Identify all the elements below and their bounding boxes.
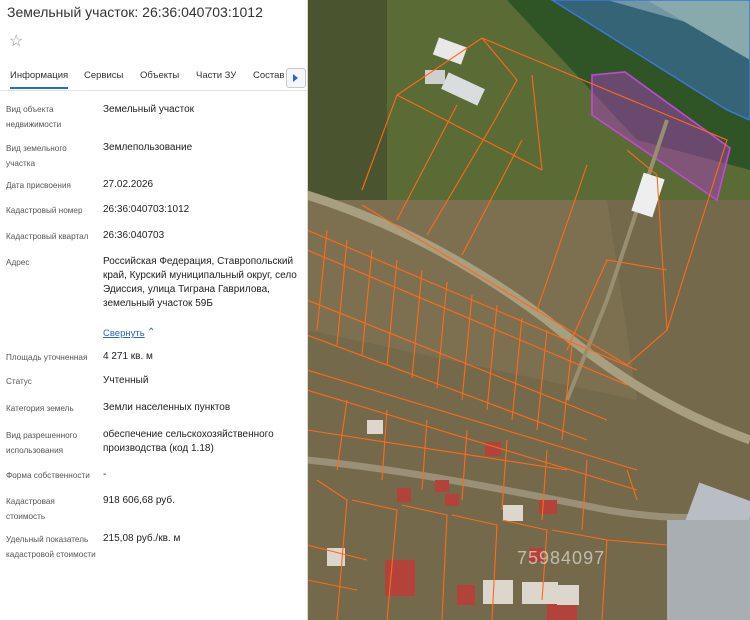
value-status: Учтенный [103, 375, 149, 386]
label-permitted-use: Вид разрешенного использования [6, 431, 78, 455]
chevron-right-icon [293, 74, 298, 82]
label-parcel-kind: Вид земельного участка [6, 144, 67, 168]
label-cadastral-value: Кадастровая стоимость [6, 497, 55, 521]
value-assign-date: 27.02.2026 [103, 179, 154, 190]
tab-composition[interactable]: Состав [253, 70, 284, 81]
value-object-type: Земельный участок [103, 104, 195, 115]
map-watermark: 75984097 [517, 548, 606, 568]
label-status: Статус [6, 377, 32, 386]
value-permitted-use: обеспечение сельскохозяйственного произв… [103, 429, 274, 454]
tab-parts[interactable]: Части ЗУ [196, 70, 236, 81]
cadastral-map[interactable]: 75984097 [307, 0, 750, 620]
tab-information[interactable]: Информация [10, 70, 69, 89]
value-unit-value: 215,08 руб./кв. м [103, 533, 181, 544]
label-land-category: Категория земель [6, 404, 74, 413]
tab-objects[interactable]: Объекты [140, 70, 179, 81]
label-address: Адрес [6, 258, 30, 267]
warehouse-building [667, 520, 750, 620]
tab-bar: Информация Сервисы Объекты Части ЗУ Сост… [0, 64, 307, 91]
satellite-map-canvas[interactable] [307, 0, 750, 620]
value-address: Российская Федерация, Ставропольский кра… [103, 256, 297, 309]
value-parcel-kind: Землепользование [103, 142, 193, 153]
label-ownership-form: Форма собственности [6, 471, 90, 480]
label-object-type: Вид объекта недвижимости [6, 105, 62, 129]
collapse-address-link[interactable]: Свернуть [103, 328, 145, 339]
value-cadastral-quarter: 26:36:040703 [103, 230, 165, 241]
label-cadastral-number: Кадастровый номер [6, 206, 83, 215]
value-cadastral-number: 26:36:040703:1012 [103, 204, 190, 215]
favorite-star-icon[interactable]: ☆ [9, 33, 27, 51]
value-cadastral-value: 918 606,68 руб. [103, 495, 175, 506]
page-title: Земельный участок: 26:36:040703:1012 [7, 4, 263, 20]
value-area: 4 271 кв. м [103, 351, 153, 362]
chevron-up-icon[interactable]: ⌃ [147, 327, 155, 338]
building [425, 70, 445, 84]
tab-services[interactable]: Сервисы [84, 70, 123, 81]
info-panel: Земельный участок: 26:36:040703:1012 ☆ И… [0, 0, 308, 620]
value-land-category: Земли населенных пунктов [103, 402, 231, 413]
value-ownership-form: - [103, 469, 107, 480]
tabs-scroll-right-button[interactable] [286, 68, 306, 88]
label-assign-date: Дата присвоения [6, 181, 71, 190]
label-cadastral-quarter: Кадастровый квартал [6, 232, 89, 241]
label-area: Площадь уточненная [6, 353, 88, 362]
label-unit-value: Удельный показатель кадастровой стоимост… [6, 535, 96, 559]
